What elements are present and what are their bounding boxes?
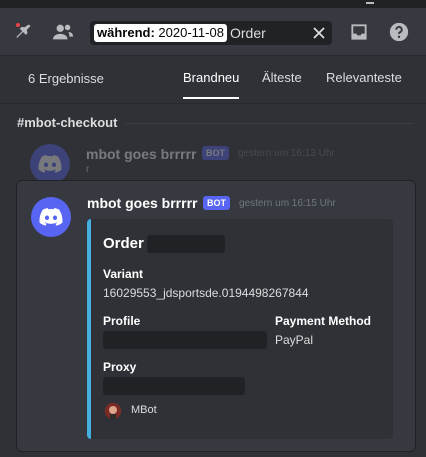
inbox-icon[interactable] <box>348 21 370 43</box>
field-name-variant: Variant <box>103 267 144 281</box>
search-box[interactable]: während: 2020-11-08 Order <box>90 21 332 45</box>
tab-newest[interactable]: Brandneu <box>183 70 240 99</box>
field-value-payment: PayPal <box>275 333 314 347</box>
redacted-proxy <box>103 377 245 395</box>
filter-value: 2020-11-08 <box>158 25 224 40</box>
result-count: 6 Ergebnisse <box>28 71 104 86</box>
field-name-proxy: Proxy <box>103 360 137 374</box>
avatar <box>30 144 70 184</box>
mbot-logo-icon <box>105 403 121 419</box>
filter-key: während: <box>97 25 155 40</box>
field-value-variant: 16029553_jdsportsde.0194498267844 <box>103 286 309 300</box>
embed-footer: MBot <box>131 404 157 416</box>
embed-title: Order <box>103 235 144 252</box>
message-timestamp: gestern um 16:13 Uhr <box>238 148 335 159</box>
field-name-payment: Payment Method <box>275 314 372 328</box>
avatar[interactable] <box>31 197 71 237</box>
message-author[interactable]: mbot goes brrrrr <box>86 146 196 162</box>
message-author[interactable]: mbot goes brrrrr <box>87 195 197 211</box>
close-icon[interactable] <box>310 24 328 42</box>
search-result-card[interactable]: mbot goes brrrrr BOT gestern um 16:15 Uh… <box>16 180 416 452</box>
bot-badge: BOT <box>202 146 229 160</box>
results-header: 6 Ergebnisse Brandneu Älteste Relevantes… <box>0 56 426 104</box>
message-timestamp: gestern um 16:15 Uhr <box>239 198 336 209</box>
discord-icon <box>39 208 63 226</box>
context-message: mbot goes brrrrr BOT gestern um 16:13 Uh… <box>16 138 416 184</box>
field-name-profile: Profile <box>103 314 141 328</box>
order-embed: Order Variant 16029553_jdsportsde.019449… <box>87 219 393 439</box>
channel-name[interactable]: #mbot-checkout <box>17 115 117 130</box>
message-snippet: r <box>86 164 90 175</box>
tab-relevance[interactable]: Relevanteste <box>326 70 402 97</box>
divider <box>124 123 414 124</box>
toolbar: während: 2020-11-08 Order <box>0 8 426 56</box>
tab-oldest[interactable]: Älteste <box>262 70 302 97</box>
members-icon[interactable] <box>52 21 74 43</box>
minimize-icon[interactable] <box>366 2 374 4</box>
redacted-order-id <box>147 235 225 253</box>
help-icon[interactable] <box>388 21 410 43</box>
search-filter-chip[interactable]: während: 2020-11-08 <box>94 24 227 42</box>
bot-badge: BOT <box>203 196 230 210</box>
search-input[interactable]: Order <box>230 24 266 42</box>
discord-icon <box>38 155 62 173</box>
notification-dot <box>14 21 22 29</box>
results-list: #mbot-checkout mbot goes brrrrr BOT gest… <box>0 104 426 457</box>
redacted-profile <box>103 331 267 349</box>
window-titlebar <box>0 0 426 8</box>
